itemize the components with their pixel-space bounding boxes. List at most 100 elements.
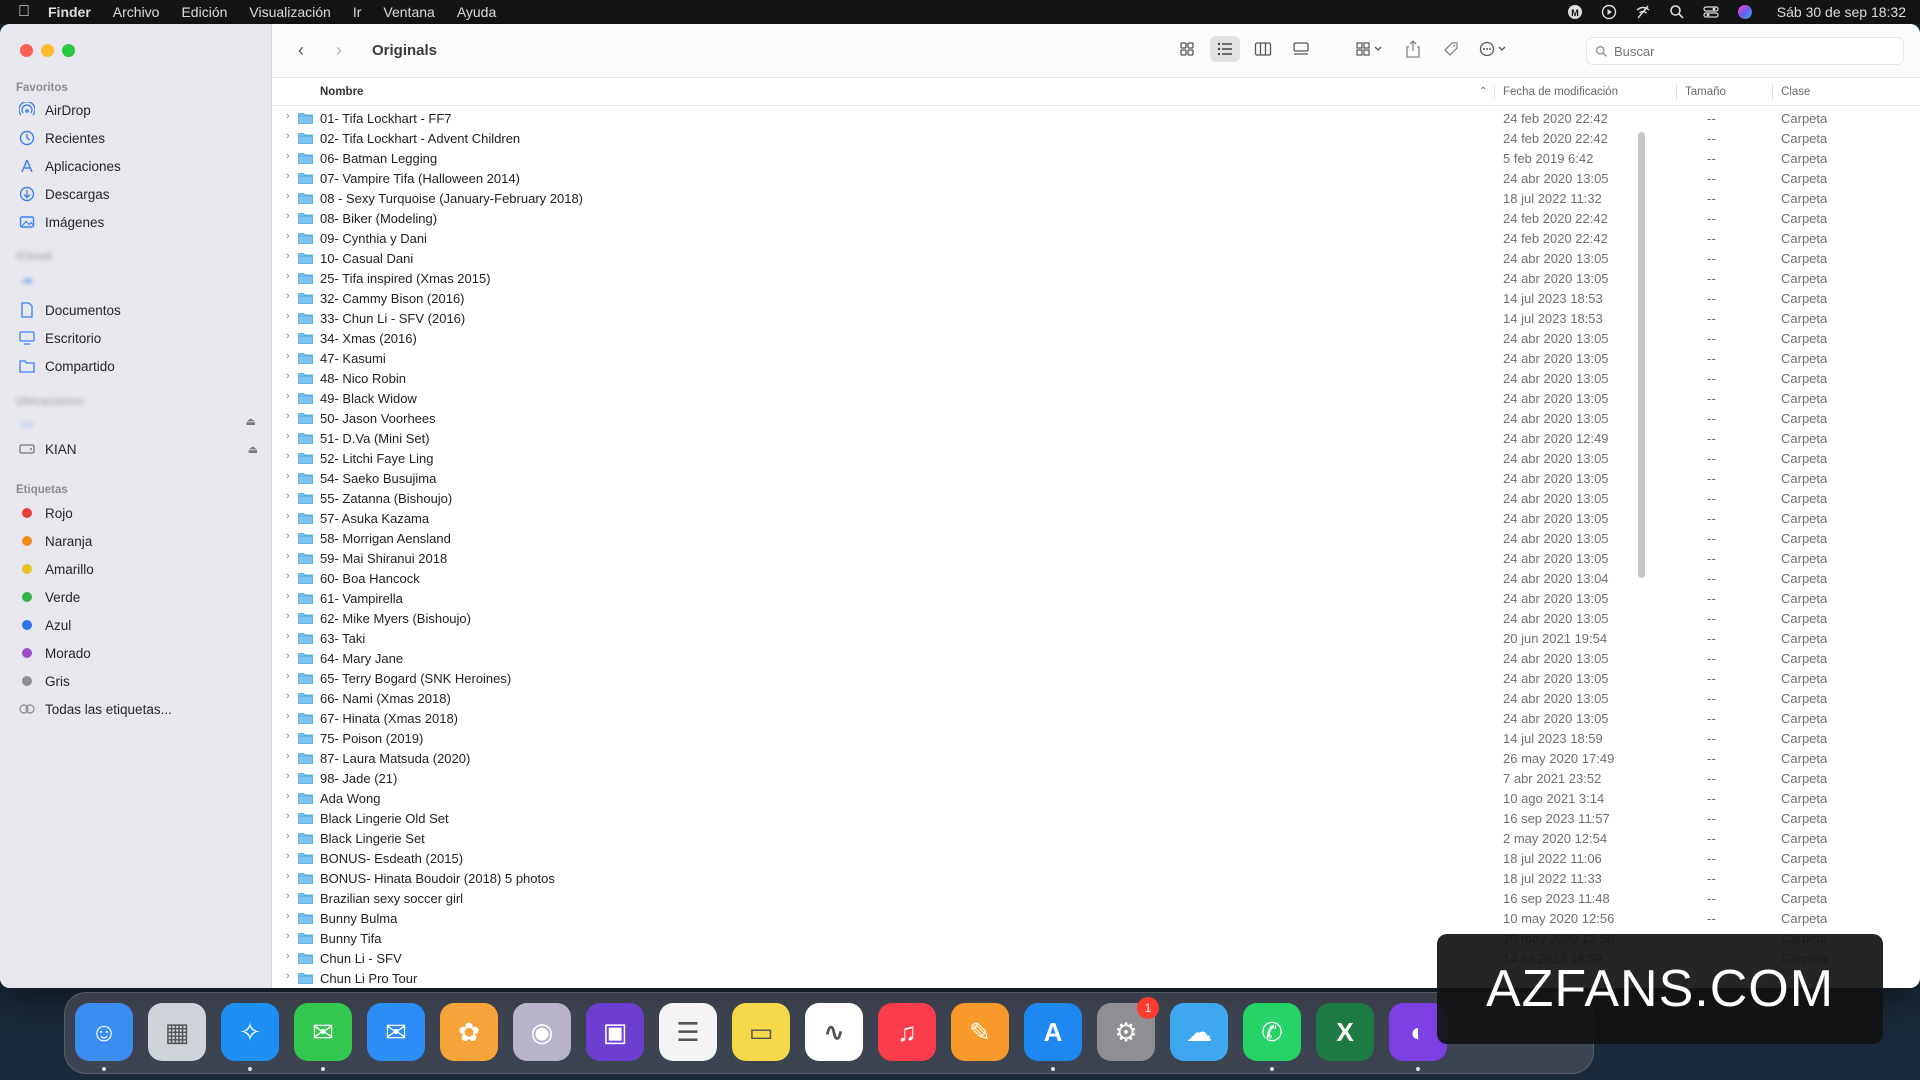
table-row[interactable]: › 10- Casual Dani 24 abr 2020 13:05 -- Carpe… [272,248,1920,268]
sidebar-item-descargas[interactable]: Descargas [18,183,258,205]
dock-app-reminders[interactable]: ☰ [659,1003,717,1061]
eject-icon[interactable]: ⏏ [248,443,258,456]
disclosure-chevron-icon[interactable]: › [286,130,290,142]
dock-app-pages[interactable]: ✎ [951,1003,1009,1061]
disclosure-chevron-icon[interactable]: › [286,850,290,862]
table-row[interactable]: › BONUS- Hinata Boudoir (2018) 5 photos 18… [272,868,1920,888]
disclosure-chevron-icon[interactable]: › [286,590,290,602]
dock-app-podcast-app[interactable]: ▣ [586,1003,644,1061]
disclosure-chevron-icon[interactable]: › [286,930,290,942]
table-row[interactable]: › 08- Biker (Modeling) 24 feb 2020 22:42 --… [272,208,1920,228]
table-row[interactable]: › 51- D.Va (Mini Set) 24 abr 2020 12:49 -- C… [272,428,1920,448]
disclosure-chevron-icon[interactable]: › [286,270,290,282]
disclosure-chevron-icon[interactable]: › [286,250,290,262]
dock-app-notes[interactable]: ▭ [732,1003,790,1061]
table-row[interactable]: › 66- Nami (Xmas 2018) 24 abr 2020 13:05 --… [272,688,1920,708]
column-view-button[interactable] [1248,36,1278,62]
table-row[interactable]: › 62- Mike Myers (Bishoujo) 24 abr 2020 13… [272,608,1920,628]
dock-app-excel[interactable]: X [1316,1003,1374,1061]
dock-app-music[interactable]: ♫ [878,1003,936,1061]
table-row[interactable]: › 08 - Sexy Turquoise (January-February 2… [272,188,1920,208]
disclosure-chevron-icon[interactable]: › [286,470,290,482]
sort-chevron-up-icon[interactable]: ⌃ [1479,86,1487,97]
back-button[interactable]: ‹ [292,40,310,61]
sidebar-tag-gris[interactable]: Gris [18,670,258,692]
dock-app-photos[interactable]: ✿ [440,1003,498,1061]
disclosure-chevron-icon[interactable]: › [286,190,290,202]
sidebar-item-recientes[interactable]: Recientes [18,127,258,149]
menu-archivo[interactable]: Archivo [113,4,160,20]
status-m-icon[interactable]: M [1567,4,1583,20]
dock-app-app-store[interactable]: A [1024,1003,1082,1061]
sidebar-item-aplicaciones[interactable]: Aplicaciones [18,155,258,177]
disclosure-chevron-icon[interactable]: › [286,910,290,922]
table-row[interactable]: › 59- Mai Shiranui 2018 24 abr 2020 13:05 -… [272,548,1920,568]
table-row[interactable]: › 47- Kasumi 24 abr 2020 13:05 -- Carpeta [272,348,1920,368]
table-row[interactable]: › 01- Tifa Lockhart - FF7 24 feb 2020 22:4… [272,108,1920,128]
dock-app-launchpad[interactable]: ▦ [148,1003,206,1061]
disclosure-chevron-icon[interactable]: › [286,510,290,522]
menu-edicion[interactable]: Edición [181,4,227,20]
vertical-scrollbar[interactable] [1638,132,1645,578]
disclosure-chevron-icon[interactable]: › [286,550,290,562]
disclosure-chevron-icon[interactable]: › [286,610,290,622]
dock-app-system-settings[interactable]: ⚙ 1 [1097,997,1159,1061]
menu-ayuda[interactable]: Ayuda [457,4,496,20]
wifi-off-icon[interactable] [1635,4,1651,20]
table-row[interactable]: › 67- Hinata (Xmas 2018) 24 abr 2020 13:05… [272,708,1920,728]
sidebar-item-blurred[interactable]: ☁ [18,268,258,290]
disclosure-chevron-icon[interactable]: › [286,750,290,762]
table-row[interactable]: › Black Lingerie Set 2 may 2020 12:54 -- Car… [272,828,1920,848]
table-row[interactable]: › 33- Chun Li - SFV (2016) 14 jul 2023 18:… [272,308,1920,328]
table-row[interactable]: › 48- Nico Robin 24 abr 2020 13:05 -- Carpet… [272,368,1920,388]
disclosure-chevron-icon[interactable]: › [286,150,290,162]
table-row[interactable]: › Brazilian sexy soccer girl 16 sep 2023 1… [272,888,1920,908]
sidebar-item-documentos[interactable]: Documentos [18,299,258,321]
table-row[interactable]: › 87- Laura Matsuda (2020) 26 may 2020 17:… [272,748,1920,768]
table-row[interactable]: › 06- Batman Legging 5 feb 2019 6:42 -- Carp… [272,148,1920,168]
sidebar-item-blurred-location[interactable]: ▭ [18,413,258,435]
table-row[interactable]: › 64- Mary Jane 24 abr 2020 13:05 -- Carpeta [272,648,1920,668]
column-date-header[interactable]: Fecha de modificación [1503,86,1618,98]
disclosure-chevron-icon[interactable]: › [286,810,290,822]
table-row[interactable]: › 54- Saeko Busujima 24 abr 2020 13:05 -- Ca… [272,468,1920,488]
table-row[interactable]: › 02- Tifa Lockhart - Advent Children 24 f… [272,128,1920,148]
disclosure-chevron-icon[interactable]: › [286,790,290,802]
disclosure-chevron-icon[interactable]: › [286,730,290,742]
disclosure-chevron-icon[interactable]: › [286,890,290,902]
sidebar-tag-amarillo[interactable]: Amarillo [18,558,258,580]
table-row[interactable]: › 34- Xmas (2016) 24 abr 2020 13:05 -- Carpe… [272,328,1920,348]
table-row[interactable]: › 57- Asuka Kazama 24 abr 2020 13:05 -- Carp… [272,508,1920,528]
group-button[interactable] [1350,36,1390,62]
table-row[interactable]: › 58- Morrigan Aensland 24 abr 2020 13:05 -… [272,528,1920,548]
table-row[interactable]: › 65- Terry Bogard (SNK Heroines) 24 abr 2… [272,668,1920,688]
disclosure-chevron-icon[interactable]: › [286,110,290,122]
disclosure-chevron-icon[interactable]: › [286,430,290,442]
dock-app-mail[interactable]: ✉ [367,1003,425,1061]
minimize-button[interactable] [41,44,54,57]
dock-app-whatsapp[interactable]: ✆ [1243,1003,1301,1061]
menu-ventana[interactable]: Ventana [383,4,434,20]
disclosure-chevron-icon[interactable]: › [286,870,290,882]
disclosure-chevron-icon[interactable]: › [286,650,290,662]
disclosure-chevron-icon[interactable]: › [286,670,290,682]
sidebar-tag-verde[interactable]: Verde [18,586,258,608]
apple-icon[interactable]:  [14,3,34,21]
share-button[interactable] [1398,36,1428,62]
siri-icon[interactable] [1737,4,1753,20]
eject-icon[interactable]: ⏏ [236,410,256,432]
table-row[interactable]: › 75- Poison (2019) 14 jul 2023 18:59 -- Car… [272,728,1920,748]
table-row[interactable]: › BONUS- Esdeath (2015) 18 jul 2022 11:06 -… [272,848,1920,868]
table-row[interactable]: › 49- Black Widow 24 abr 2020 13:05 -- Carpe… [272,388,1920,408]
gallery-view-button[interactable] [1286,36,1316,62]
sidebar-tag-naranja[interactable]: Naranja [18,530,258,552]
disclosure-chevron-icon[interactable]: › [286,710,290,722]
dock-app-image-app[interactable]: ◉ [513,1003,571,1061]
disclosure-chevron-icon[interactable]: › [286,690,290,702]
menu-clock[interactable]: Sáb 30 de sep 18:32 [1777,4,1906,20]
disclosure-chevron-icon[interactable]: › [286,370,290,382]
disclosure-chevron-icon[interactable]: › [286,630,290,642]
forward-button[interactable]: › [330,40,348,61]
sidebar-tag-morado[interactable]: Morado [18,642,258,664]
disclosure-chevron-icon[interactable]: › [286,490,290,502]
